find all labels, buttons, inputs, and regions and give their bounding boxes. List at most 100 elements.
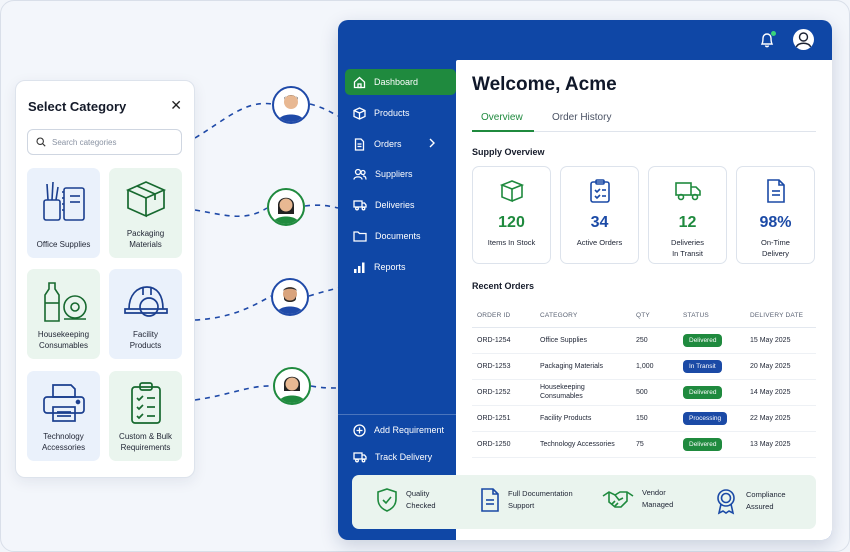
category-tile-technology[interactable]: Technology Accessories (27, 371, 100, 461)
stat-value: 98% (759, 214, 792, 231)
recent-orders-title: Recent Orders (472, 281, 535, 291)
search-icon (36, 137, 46, 147)
table-row[interactable]: ORD-1252 Housekeeping Consumables 500 De… (472, 379, 816, 406)
dashboard-window: Dashboard Products Orders Suppliers Deli… (338, 20, 832, 540)
box-icon (499, 180, 524, 203)
feature-label: Full Documentation Support (508, 489, 573, 510)
column-header[interactable]: CATEGORY (535, 305, 631, 328)
table-row[interactable]: ORD-1251 Facility Products 150 Processin… (472, 405, 816, 432)
sidebar-item-orders[interactable]: Orders (345, 131, 456, 157)
main-content: Welcome, Acme Overview Order History Sup… (456, 60, 832, 540)
sidebar-item-suppliers[interactable]: Suppliers (345, 161, 456, 187)
bar-chart-icon (354, 262, 365, 273)
document-icon (354, 137, 365, 151)
plus-circle-icon (353, 423, 366, 437)
stat-value: 12 (678, 214, 697, 231)
category-tile-custom-bulk[interactable]: Custom & Bulk Requirements (109, 371, 182, 461)
order-qty: 1,000 (631, 353, 678, 380)
order-id: ORD-1252 (472, 379, 535, 406)
order-category: Technology Accessories (535, 431, 631, 458)
chevron-right-icon (429, 138, 435, 148)
status-cell: Delivered (678, 327, 745, 354)
delivery-date: 15 May 2025 (745, 327, 816, 354)
sidebar-divider (338, 414, 456, 415)
category-tile-packaging-materials[interactable]: Packaging Materials (109, 168, 182, 258)
home-icon (353, 76, 366, 88)
cleaning-supplies-icon (43, 282, 87, 322)
category-panel-title: Select Category (28, 99, 127, 114)
order-id: ORD-1254 (472, 327, 535, 354)
order-id: ORD-1253 (472, 353, 535, 380)
user-avatar[interactable] (793, 29, 814, 50)
sidebar-item-documents[interactable]: Documents (345, 223, 456, 249)
track-delivery-button[interactable]: Track Delivery (345, 444, 456, 470)
order-qty: 250 (631, 327, 678, 354)
delivery-date: 13 May 2025 (745, 431, 816, 458)
truck-icon (674, 182, 701, 201)
sidebar-item-deliveries[interactable]: Deliveries (345, 192, 456, 218)
table-row[interactable]: ORD-1253 Packaging Materials 1,000 In Tr… (472, 353, 816, 380)
order-category: Packaging Materials (535, 353, 631, 380)
hard-hat-icon (123, 286, 168, 317)
order-category: Facility Products (535, 405, 631, 432)
sidebar-item-label: Deliveries (375, 200, 415, 210)
folder-icon (353, 231, 367, 242)
shield-check-icon (377, 488, 397, 512)
tab-overview[interactable]: Overview (481, 112, 523, 123)
track-delivery-label: Track Delivery (375, 452, 433, 462)
stat-value: 120 (498, 214, 525, 231)
status-cell: In Transit (678, 353, 745, 380)
stat-label: Deliveries In Transit (671, 238, 704, 258)
box-icon (125, 181, 166, 218)
document-icon (766, 179, 785, 203)
category-tile-office-supplies[interactable]: Office Supplies (27, 168, 100, 258)
category-tile-label: Housekeeping Consumables (37, 330, 90, 350)
sidebar-item-reports[interactable]: Reports (345, 254, 456, 280)
handshake-icon (602, 491, 634, 508)
category-tile-label: Packaging Materials (126, 229, 165, 249)
status-cell: Processing (678, 405, 745, 432)
stat-label: On-Time Delivery (761, 238, 790, 258)
feature-quality-checked: Quality Checked (376, 487, 446, 513)
column-header[interactable]: QTY (631, 305, 678, 328)
delivery-date: 14 May 2025 (745, 379, 816, 406)
sidebar-item-label: Reports (374, 262, 406, 272)
stat-card-active-orders: 34 Active Orders (560, 166, 639, 264)
category-tile-facility-products[interactable]: Facility Products (109, 269, 182, 359)
status-badge: Delivered (683, 437, 723, 451)
sidebar-item-dashboard[interactable]: Dashboard (345, 69, 456, 95)
status-badge: Delivered (683, 385, 723, 399)
notification-dot (771, 31, 776, 36)
status-cell: Delivered (678, 379, 745, 406)
avatar-person-1 (272, 86, 310, 124)
feature-vendor-managed: Vendor Managed (602, 487, 682, 511)
delivery-date: 22 May 2025 (745, 405, 816, 432)
sidebar-item-products[interactable]: Products (345, 100, 456, 126)
sidebar-item-label: Orders (374, 139, 402, 149)
stat-card-deliveries-in-transit: 12 Deliveries In Transit (648, 166, 727, 264)
category-search[interactable] (27, 129, 182, 155)
category-tile-housekeeping[interactable]: Housekeeping Consumables (27, 269, 100, 359)
column-header[interactable]: DELIVERY DATE (745, 305, 816, 328)
stat-label: Active Orders (576, 238, 623, 247)
feature-label: Compliance Assured (746, 490, 786, 511)
status-cell: Delivered (678, 431, 745, 458)
clipboard-icon (589, 179, 610, 203)
column-header[interactable]: STATUS (678, 305, 745, 328)
order-qty: 75 (631, 431, 678, 458)
table-row[interactable]: ORD-1250 Technology Accessories 75 Deliv… (472, 431, 816, 458)
order-id: ORD-1250 (472, 431, 535, 458)
stat-value: 34 (590, 214, 609, 231)
category-search-input[interactable] (52, 137, 172, 147)
cube-icon (353, 106, 366, 120)
feature-label: Vendor Managed (642, 488, 674, 509)
tab-order-history[interactable]: Order History (552, 112, 611, 123)
table-row[interactable]: ORD-1254 Office Supplies 250 Delivered 1… (472, 327, 816, 354)
feature-full-documentation: Full Documentation Support (480, 487, 588, 513)
status-badge: Delivered (683, 333, 723, 347)
supply-overview-title: Supply Overview (472, 147, 545, 157)
tab-bar: Overview Order History (472, 110, 816, 132)
close-icon[interactable]: ✕ (170, 97, 182, 114)
add-requirement-button[interactable]: Add Requirement (345, 417, 456, 443)
column-header[interactable]: ORDER ID (472, 305, 535, 328)
